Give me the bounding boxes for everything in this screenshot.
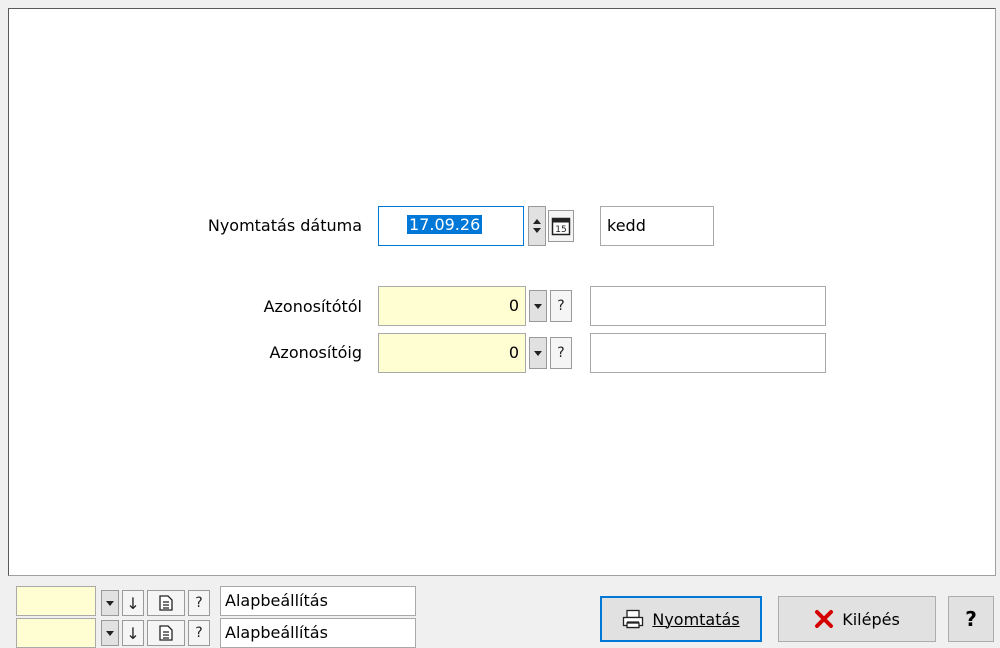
print-date-value: 17.09.26 — [407, 215, 483, 234]
help-button[interactable]: ? — [948, 596, 994, 642]
weekday-value: kedd — [607, 216, 646, 235]
weekday-field: kedd — [600, 206, 714, 246]
arrow-down-icon: ↓ — [126, 593, 140, 613]
calendar-button[interactable]: 15 — [548, 210, 574, 242]
chevron-down-icon — [534, 350, 542, 356]
preset-name-field: Alapbeállítás — [220, 618, 416, 648]
date-spinner[interactable] — [528, 206, 546, 246]
help-button-label: ? — [965, 607, 977, 631]
exit-button[interactable]: Kilépés — [778, 596, 936, 642]
arrow-down-icon: ↓ — [126, 623, 140, 643]
preset-name-value: Alapbeállítás — [225, 591, 328, 610]
chevron-down-icon — [534, 303, 542, 309]
to-id-name-field — [590, 333, 826, 373]
print-date-input[interactable]: 17.09.26 — [378, 206, 524, 246]
preset-help-label: ? — [195, 625, 203, 641]
print-date-label: Nyomtatás dátuma — [207, 216, 362, 235]
preset-dropdown-button[interactable] — [101, 590, 119, 616]
from-id-help-button[interactable]: ? — [550, 290, 572, 322]
to-id-value: 0 — [508, 343, 519, 362]
print-button[interactable]: Nyomtatás — [600, 596, 762, 642]
printer-icon — [623, 609, 644, 629]
from-id-input[interactable]: 0 — [378, 286, 526, 326]
exit-button-label: Kilépés — [842, 609, 900, 629]
print-button-label: Nyomtatás — [652, 609, 740, 629]
to-id-input[interactable]: 0 — [378, 333, 526, 373]
preset-help-button[interactable]: ? — [188, 590, 210, 616]
preset-help-button[interactable]: ? — [188, 620, 210, 646]
preset-code-input[interactable] — [16, 586, 96, 616]
calendar-day-text: 15 — [555, 225, 566, 235]
spin-up-icon[interactable] — [533, 219, 541, 224]
preset-save-button[interactable] — [147, 590, 185, 616]
document-icon — [159, 595, 173, 611]
preset-save-button[interactable] — [147, 620, 185, 646]
to-id-help-label: ? — [557, 345, 565, 361]
to-id-help-button[interactable]: ? — [550, 337, 572, 369]
preset-load-button[interactable]: ↓ — [122, 620, 144, 646]
preset-name-field: Alapbeállítás — [220, 586, 416, 616]
preset-dropdown-button[interactable] — [101, 620, 119, 646]
close-icon — [815, 610, 834, 628]
to-id-label: Azonosítóig — [269, 343, 362, 362]
to-id-dropdown-button[interactable] — [529, 337, 547, 369]
from-id-name-field — [590, 286, 826, 326]
preset-help-label: ? — [195, 595, 203, 611]
document-icon — [159, 625, 173, 641]
from-id-label: Azonosítótól — [263, 297, 362, 316]
preset-load-button[interactable]: ↓ — [122, 590, 144, 616]
from-id-help-label: ? — [557, 298, 565, 314]
calendar-icon: 15 — [551, 217, 571, 236]
chevron-down-icon — [106, 600, 114, 606]
preset-name-value: Alapbeállítás — [225, 623, 328, 642]
from-id-dropdown-button[interactable] — [529, 290, 547, 322]
spin-down-icon[interactable] — [533, 228, 541, 233]
chevron-down-icon — [106, 630, 114, 636]
preset-code-input[interactable] — [16, 618, 96, 648]
from-id-value: 0 — [508, 296, 519, 315]
